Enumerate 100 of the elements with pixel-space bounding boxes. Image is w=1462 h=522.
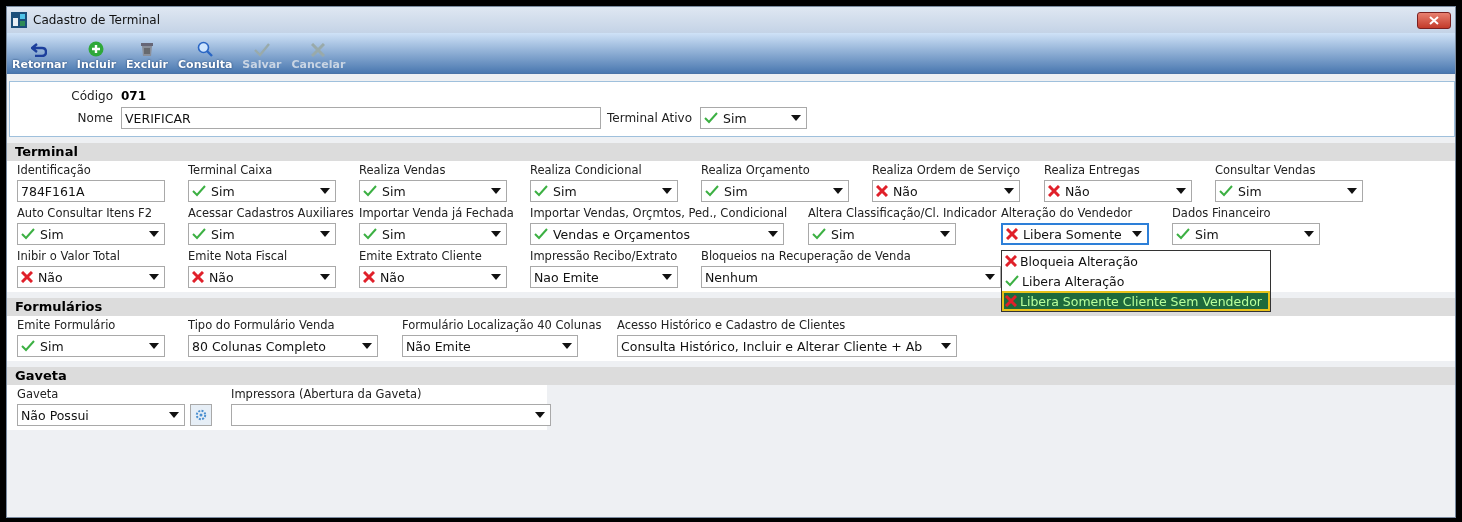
caret-icon[interactable]: [149, 231, 159, 237]
field-label: Gaveta: [17, 387, 60, 401]
field-label: Terminal Ativo: [607, 111, 692, 125]
field-label: Impressão Recibo/Extrato: [530, 249, 679, 263]
field-label: Acesso Histórico e Cadastro de Clientes: [617, 318, 847, 332]
section-header: Gaveta: [7, 367, 1455, 385]
settings-button[interactable]: [190, 404, 212, 426]
dropdown-field[interactable]: Sim: [701, 180, 849, 202]
caret-icon[interactable]: [662, 188, 672, 194]
check-icon: [253, 43, 270, 57]
dropdown-field[interactable]: Sim: [1172, 223, 1320, 245]
field-label: Código: [70, 89, 114, 103]
cross-icon: [311, 43, 326, 57]
dropdown-field[interactable]: Sim: [359, 180, 507, 202]
dropdown-field[interactable]: Sim: [17, 223, 165, 245]
caret-icon[interactable]: [662, 274, 672, 280]
caret-icon[interactable]: [940, 231, 950, 237]
dropdown-field[interactable]: Não Emite: [402, 335, 578, 357]
caret-icon[interactable]: [1176, 188, 1186, 194]
dropdown-field[interactable]: Sim: [530, 180, 678, 202]
field-label: Emite Formulário: [17, 318, 117, 332]
field-label: Inibir o Valor Total: [17, 249, 121, 263]
dropdown-field[interactable]: Não: [872, 180, 1020, 202]
dropdown-field[interactable]: Sim: [188, 223, 336, 245]
code-value: 071: [121, 89, 147, 103]
field-label: Dados Financeiro: [1172, 206, 1272, 220]
dropdown-field[interactable]: Não: [188, 266, 336, 288]
field-label: Nome: [76, 111, 114, 125]
caret-icon[interactable]: [1304, 231, 1314, 237]
gear-icon: [195, 409, 207, 421]
field-label: Realiza Vendas: [359, 163, 447, 177]
caret-icon[interactable]: [149, 343, 159, 349]
caret-icon[interactable]: [985, 274, 995, 280]
caret-icon[interactable]: [791, 115, 801, 121]
trash-icon: [140, 41, 155, 57]
caret-icon[interactable]: [768, 231, 778, 237]
dropdown-field[interactable]: Libera Somente: [1001, 223, 1149, 245]
dropdown-field[interactable]: Sim: [1215, 180, 1363, 202]
dropdown-field[interactable]: Não: [359, 266, 507, 288]
field-label: Auto Consultar Itens F2: [17, 206, 153, 220]
field-label: Importar Venda já Fechada: [359, 206, 515, 220]
caret-icon[interactable]: [562, 343, 572, 349]
dropdown-field[interactable]: Sim: [808, 223, 956, 245]
dropdown-field[interactable]: Nao Emite: [530, 266, 678, 288]
caret-icon[interactable]: [149, 274, 159, 280]
dropdown-field[interactable]: [231, 404, 551, 426]
field-label: Realiza Condicional: [530, 163, 643, 177]
close-button[interactable]: [1417, 11, 1451, 29]
field-label: Altera Classificação/Cl. Indicador: [808, 206, 998, 220]
dropdown-field[interactable]: Não: [17, 266, 165, 288]
dropdown-field[interactable]: Sim: [359, 223, 507, 245]
field-label: Emite Nota Fiscal: [188, 249, 289, 263]
search-icon: [197, 41, 214, 57]
field-label: Emite Extrato Cliente: [359, 249, 483, 263]
caret-icon[interactable]: [535, 412, 545, 418]
field-label: Consultar Vendas: [1215, 163, 1317, 177]
field-label: Formulário Localização 40 Colunas: [402, 318, 603, 332]
return-arrow-icon: [31, 43, 48, 57]
caret-icon[interactable]: [362, 343, 372, 349]
dropdown-option[interactable]: Bloqueia Alteração: [1002, 251, 1270, 271]
field-label: Terminal Caixa: [188, 163, 274, 177]
window-title: Cadastro de Terminal: [33, 13, 161, 27]
field-label: Impressora (Abertura da Gaveta): [231, 387, 423, 401]
field-label: Acessar Cadastros Auxiliares: [188, 206, 355, 220]
dropdown-field[interactable]: Nenhum: [701, 266, 1001, 288]
text-field[interactable]: 784F161A: [17, 180, 165, 202]
caret-icon[interactable]: [833, 188, 843, 194]
app-icon: [11, 12, 27, 28]
caret-icon[interactable]: [491, 188, 501, 194]
dropdown-field[interactable]: Vendas e Orçamentos: [530, 223, 784, 245]
caret-icon[interactable]: [1004, 188, 1014, 194]
dropdown-field[interactable]: 80 Colunas Completo: [188, 335, 378, 357]
caret-icon[interactable]: [320, 274, 330, 280]
field-label: Identificação: [17, 163, 92, 177]
caret-icon[interactable]: [320, 188, 330, 194]
caret-icon[interactable]: [941, 343, 951, 349]
name-field[interactable]: VERIFICAR: [121, 107, 601, 129]
caret-icon[interactable]: [320, 231, 330, 237]
plus-icon: [88, 41, 105, 57]
caret-icon[interactable]: [1132, 231, 1142, 237]
dropdown-option[interactable]: Libera Alteração: [1002, 271, 1270, 291]
caret-icon[interactable]: [169, 412, 179, 418]
field-label: Realiza Ordem de Serviço: [872, 163, 1022, 177]
field-label: Importar Vendas, Orçmtos, Ped., Condicional: [530, 206, 789, 220]
caret-icon[interactable]: [1347, 188, 1357, 194]
caret-icon[interactable]: [491, 231, 501, 237]
dropdown-field[interactable]: Sim: [188, 180, 336, 202]
section-header: Terminal: [7, 143, 1455, 161]
dropdown-field[interactable]: Consulta Histórico, Incluir e Alterar Cliente + Ab: [617, 335, 957, 357]
dropdown-field[interactable]: Não: [1044, 180, 1192, 202]
dropdown-field[interactable]: Sim: [17, 335, 165, 357]
field-label: Alteração do Vendedor: [1001, 206, 1134, 220]
dropdown-field[interactable]: Sim: [700, 107, 807, 129]
dropdown-field[interactable]: Não Possui: [17, 404, 185, 426]
field-label: Realiza Entregas: [1044, 163, 1141, 177]
field-label: Realiza Orçamento: [701, 163, 811, 177]
caret-icon[interactable]: [491, 274, 501, 280]
dropdown-option[interactable]: Libera Somente Cliente Sem Vendedor: [1002, 291, 1270, 311]
field-label: Tipo do Formulário Venda: [188, 318, 336, 332]
close-icon: [1429, 15, 1439, 25]
